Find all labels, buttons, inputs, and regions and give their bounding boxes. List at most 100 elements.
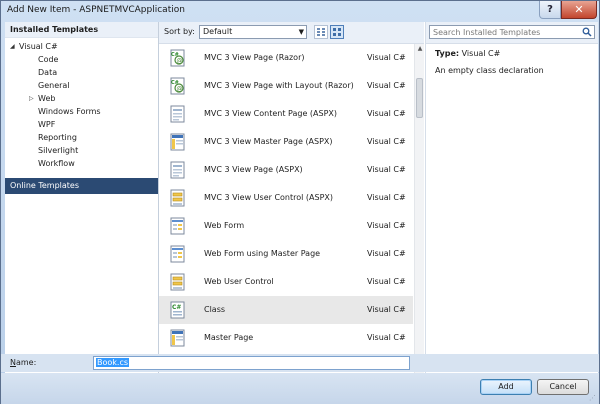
close-button[interactable]: ✕ [561,1,597,19]
dialog-button-bar: Add Cancel ⋰ [1,373,599,404]
template-language: Visual C# [367,193,406,202]
svg-text:@: @ [177,58,183,65]
template-language: Visual C# [367,277,406,286]
add-new-item-dialog: Add New Item - ASPNETMVCApplication ? ✕ … [0,0,600,404]
sort-by-label: Sort by: [164,27,195,36]
tree-item-label: Workflow [38,159,75,168]
collapsed-arrow-icon[interactable]: ▷ [29,92,34,105]
installed-templates-header[interactable]: Installed Templates [5,22,158,38]
aspx-page-icon [170,105,185,123]
tree-item-label: Web [38,94,56,103]
template-name: MVC 3 View Page (ASPX) [204,165,303,174]
tree-item[interactable]: Windows Forms [38,105,101,118]
template-categories-pane: Installed Templates ◢ Visual C# Code Data Ge… [5,22,159,373]
medium-icons-view-button[interactable] [330,25,344,39]
search-icon[interactable] [582,27,592,37]
template-name: MVC 3 View Page (Razor) [204,53,305,62]
grid-view-icon [333,28,341,36]
tree-item[interactable]: WPF [38,118,55,131]
resize-grip-icon[interactable]: ⋰ [589,394,597,402]
tree-item[interactable]: General [38,79,70,92]
template-row[interactable]: Web User Control Visual C# [159,268,413,296]
template-language: Visual C# [367,165,406,174]
name-input[interactable]: Book.cs [93,356,410,370]
template-row[interactable]: @ C# MVC 3 View Page (Razor) Visual C# [159,44,413,72]
tree-item-label: Data [38,68,58,77]
web-form-icon [170,217,185,235]
web-form-icon [170,245,185,263]
tree-item-label: Code [38,55,59,64]
name-bar: Name: Book.cs [1,354,599,372]
tree-item[interactable]: Data [38,66,57,79]
template-language: Visual C# [367,333,406,342]
expanded-arrow-icon[interactable]: ◢ [10,40,15,53]
tree-item[interactable]: Reporting [38,131,77,144]
tree-item[interactable]: ◢ Visual C# [10,40,58,53]
sort-by-dropdown[interactable]: Default ▼ [199,25,307,39]
template-row[interactable]: MVC 3 View Page (ASPX) Visual C# [159,156,413,184]
svg-text:C#: C# [172,304,181,311]
sort-by-value: Default [203,27,233,36]
templates-pane: Sort by: Default ▼ @ C# MVC 3 View Page … [159,22,424,373]
user-control-icon [170,189,185,207]
search-bar: Search Installed Templates [426,22,598,44]
template-row[interactable]: @ C# MVC 3 View Page with Layout (Razor) Vi… [159,72,413,100]
template-row[interactable]: C# Class Visual C# [159,296,413,324]
template-row[interactable]: MVC 3 View Master Page (ASPX) Visual C# [159,128,413,156]
small-icons-view-button[interactable] [314,25,328,39]
svg-text:C#: C# [171,52,179,58]
tree-item-label: WPF [38,120,56,129]
add-button[interactable]: Add [480,379,532,395]
template-row[interactable]: Master Page Visual C# [159,324,413,352]
template-name: MVC 3 View User Control (ASPX) [204,193,333,202]
tree-item-label: Silverlight [38,146,79,155]
tree-item-label: Visual C# [19,42,58,51]
tree-item-label: Windows Forms [38,107,101,116]
template-row[interactable]: Web Form using Master Page Visual C# [159,240,413,268]
template-type-line: Type: Visual C# [435,49,500,58]
user-control-icon [170,273,185,291]
template-language: Visual C# [367,81,406,90]
template-language: Visual C# [367,137,406,146]
template-name: Web Form [204,221,245,230]
template-language: Visual C# [367,305,406,314]
tree-item-label: General [38,81,70,90]
tree-item[interactable]: Code [38,53,58,66]
scroll-up-arrow-icon[interactable]: ▲ [415,44,425,54]
template-name: MVC 3 View Master Page (ASPX) [204,137,333,146]
razor-view-icon: @C# [170,77,185,95]
templates-list: @ C# MVC 3 View Page (Razor) Visual C# @ C# MV… [159,44,413,373]
template-row[interactable]: MVC 3 View User Control (ASPX) Visual C# [159,184,413,212]
tree-item[interactable]: ▷ Web [29,92,56,105]
cancel-button[interactable]: Cancel [537,379,589,395]
name-label-text: ame: [15,358,37,367]
scrollbar-thumb[interactable] [416,78,423,118]
dropdown-arrow-icon: ▼ [298,28,304,36]
tree-item-label: Reporting [38,133,77,142]
template-row[interactable]: MVC 3 View Content Page (ASPX) Visual C# [159,100,413,128]
online-templates-header[interactable]: Online Templates [5,178,158,194]
templates-scrollbar[interactable]: ▲ ▼ [414,44,424,373]
dialog-client-area: Installed Templates ◢ Visual C# Code Data Ge… [5,22,598,373]
template-row[interactable]: Web Form Visual C# [159,212,413,240]
template-name: Class [204,305,226,314]
template-language: Visual C# [367,221,406,230]
templates-toolbar: Sort by: Default ▼ [159,22,424,44]
tree-item[interactable]: Workflow [38,157,75,170]
template-name: Web User Control [204,277,274,286]
template-language: Visual C# [367,249,406,258]
search-placeholder: Search Installed Templates [433,28,541,37]
name-label: Name: [10,358,37,367]
type-value: Visual C# [461,49,501,58]
template-description: An empty class declaration [435,66,544,75]
template-details-pane: Search Installed Templates Type: Visual … [425,22,598,373]
tree-item[interactable]: Silverlight [38,144,78,157]
template-name: Master Page [204,333,254,342]
template-name: Web Form using Master Page [204,249,321,258]
master-page-icon [170,329,185,347]
aspx-page-icon [170,161,185,179]
help-button[interactable]: ? [539,1,561,19]
template-language: Visual C# [367,53,406,62]
search-templates-input[interactable]: Search Installed Templates [429,25,595,39]
list-view-icon [317,28,325,36]
